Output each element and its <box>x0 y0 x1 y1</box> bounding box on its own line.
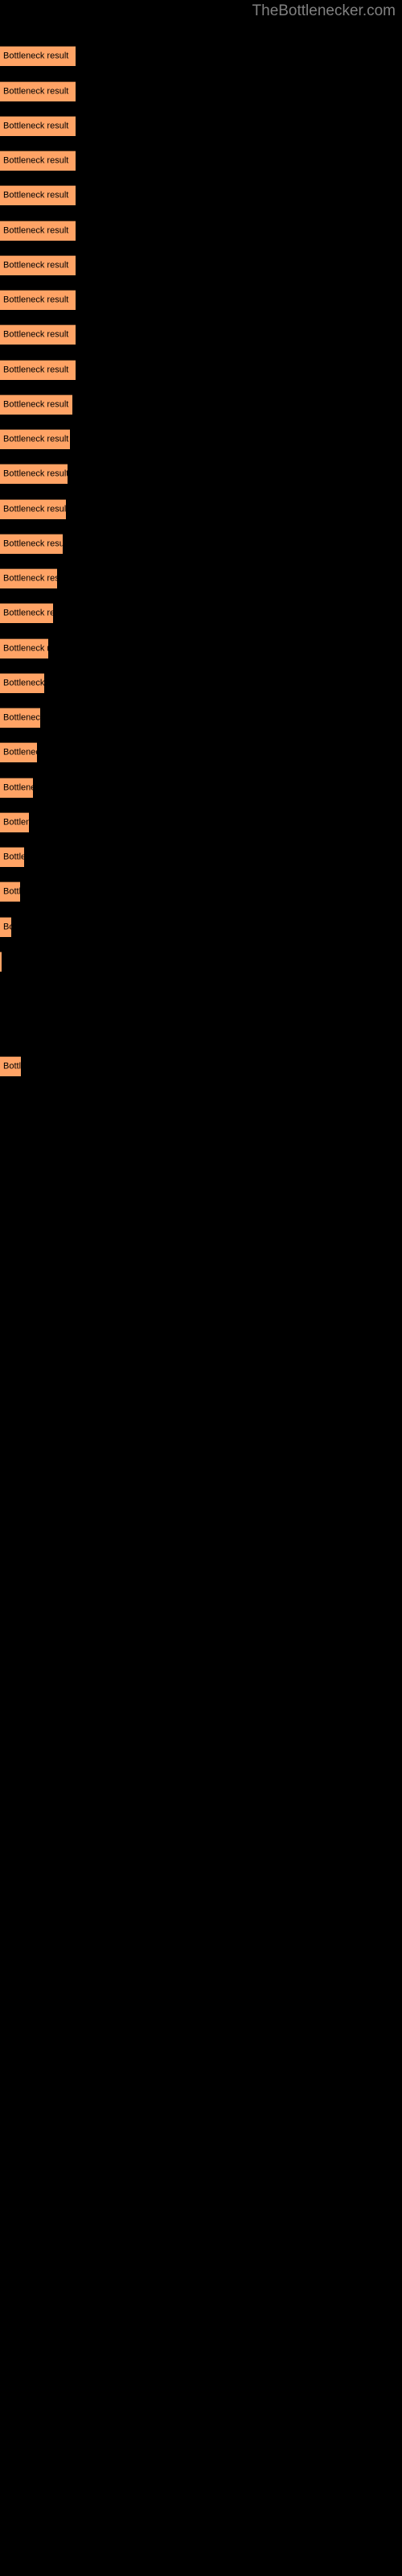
bar-label: Bottleneck result <box>3 573 57 584</box>
bar-row: Bottleneck result <box>0 952 402 972</box>
bar-label: Bottleneck result <box>3 295 69 305</box>
bar-label: Bottleneck result <box>3 678 44 688</box>
bar-row: Bottleneck result <box>0 221 402 241</box>
bar-row: Bottleneck result <box>0 881 402 902</box>
bar[interactable]: Bottleneck result <box>0 221 76 241</box>
bar-row <box>0 1021 402 1041</box>
bar[interactable]: Bottleneck result <box>0 742 37 762</box>
bar-label: Bottleneck result <box>3 1061 21 1071</box>
bar-label: Bottleneck result <box>3 886 20 897</box>
bar-label: Bottleneck result <box>3 225 69 236</box>
bar[interactable]: Bottleneck result <box>0 1056 21 1076</box>
bar-row: Bottleneck result <box>0 46 402 66</box>
bar-row: Bottleneck result <box>0 81 402 101</box>
bar-row: Bottleneck result <box>0 151 402 171</box>
bar-label: Bottleneck result <box>3 329 69 340</box>
bar-label: Bottleneck result <box>3 504 66 514</box>
bar-row: Bottleneck result <box>0 638 402 658</box>
bar-label: Bottleneck result <box>3 365 69 375</box>
bar-row: Bottleneck result <box>0 847 402 867</box>
bar-row: Bottleneck result <box>0 464 402 484</box>
bar-label: Bottleneck result <box>3 469 68 479</box>
bar[interactable]: Bottleneck result <box>0 708 40 728</box>
bar[interactable]: Bottleneck result <box>0 46 76 66</box>
bar-label: Bottleneck result <box>3 190 69 200</box>
bar-row: Bottleneck result <box>0 778 402 798</box>
bar-row: Bottleneck result <box>0 708 402 728</box>
bar-row: Bottleneck result <box>0 534 402 554</box>
bar-label: Bottleneck result <box>3 782 33 793</box>
bar[interactable]: Bottleneck result <box>0 394 72 415</box>
bottleneck-chart: TheBottlenecker.com Bottleneck result Bot… <box>0 0 402 2576</box>
bar-label: Bottleneck result <box>3 852 24 862</box>
bar-row: Bottleneck result <box>0 116 402 136</box>
bar-label: Bottleneck result <box>3 922 11 932</box>
bar[interactable]: Bottleneck result <box>0 185 76 205</box>
bar-row: Bottleneck result <box>0 673 402 693</box>
bar[interactable]: Bottleneck result <box>0 534 63 554</box>
bar-label: Bottleneck result <box>3 817 29 828</box>
bar[interactable]: Bottleneck result <box>0 673 44 693</box>
bar[interactable]: Bottleneck result <box>0 360 76 380</box>
bar-label: Bottleneck result <box>3 608 53 618</box>
bar-label: Bottleneck result <box>3 155 69 166</box>
bar[interactable]: Bottleneck result <box>0 917 11 937</box>
bar[interactable]: Bottleneck result <box>0 324 76 345</box>
bar-series: Bottleneck result Bottleneck result Bottle… <box>0 0 402 2576</box>
bar-row: Bottleneck result <box>0 290 402 310</box>
bar-label: Bottleneck result <box>3 86 69 97</box>
bar[interactable]: Bottleneck result <box>0 847 24 867</box>
bar-row: Bottleneck result <box>0 812 402 832</box>
bar-label: Bottleneck result <box>3 747 37 758</box>
bar-label: Bottleneck result <box>3 712 40 723</box>
bar-label: Bottleneck result <box>3 51 69 61</box>
bar[interactable]: Bottleneck result <box>0 464 68 484</box>
bar[interactable]: Bottleneck result <box>0 778 33 798</box>
bar-label: Bottleneck result <box>3 643 48 654</box>
bar-row: Bottleneck result <box>0 255 402 275</box>
bar[interactable]: Bottleneck result <box>0 429 70 449</box>
bar-row: Bottleneck result <box>0 1056 402 1076</box>
bar-row: Bottleneck result <box>0 324 402 345</box>
bar-label: Bottleneck result <box>3 434 69 444</box>
bar-row: Bottleneck result <box>0 429 402 449</box>
bar[interactable]: Bottleneck result <box>0 603 53 623</box>
bar-row: Bottleneck result <box>0 394 402 415</box>
bar[interactable]: Bottleneck result <box>0 116 76 136</box>
bar[interactable]: Bottleneck result <box>0 881 20 902</box>
bar[interactable]: Bottleneck result <box>0 290 76 310</box>
bar-label: Bottleneck result <box>3 121 69 131</box>
bar-row: Bottleneck result <box>0 917 402 937</box>
bar-row: Bottleneck result <box>0 568 402 588</box>
bar[interactable]: Bottleneck result <box>0 952 2 972</box>
bar-row: Bottleneck result <box>0 185 402 205</box>
bar[interactable]: Bottleneck result <box>0 151 76 171</box>
bar[interactable]: Bottleneck result <box>0 638 48 658</box>
bar-row: Bottleneck result <box>0 603 402 623</box>
bar[interactable]: Bottleneck result <box>0 568 57 588</box>
bar-label: Bottleneck result <box>3 260 69 270</box>
bar-label: Bottleneck result <box>3 539 63 549</box>
bar[interactable]: Bottleneck result <box>0 812 29 832</box>
bar[interactable]: Bottleneck result <box>0 255 76 275</box>
bar-row <box>0 986 402 1006</box>
bar-row: Bottleneck result <box>0 742 402 762</box>
bar-row: Bottleneck result <box>0 360 402 380</box>
bar[interactable]: Bottleneck result <box>0 499 66 519</box>
bar-label: Bottleneck result <box>3 399 69 410</box>
bar[interactable]: Bottleneck result <box>0 81 76 101</box>
bar-row: Bottleneck result <box>0 499 402 519</box>
